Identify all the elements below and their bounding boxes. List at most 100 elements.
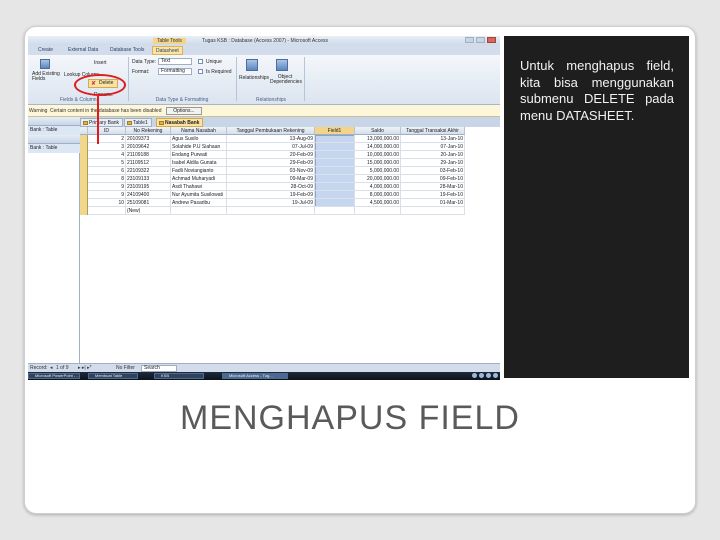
- column-header[interactable]: Tanggal Transaksi Akhir: [401, 127, 465, 135]
- table-cell[interactable]: 03-Nov-09: [227, 167, 315, 175]
- tray-icon[interactable]: [479, 373, 484, 378]
- tab-datasheet[interactable]: Datasheet: [152, 46, 183, 55]
- table-cell[interactable]: 20,000,000.00: [355, 175, 401, 183]
- table-cell[interactable]: 4,000,000.00: [355, 183, 401, 191]
- table-cell[interactable]: Andrew Pasaribu: [171, 199, 227, 207]
- table-cell[interactable]: 19-Feb-10: [401, 191, 465, 199]
- table-cell[interactable]: 8: [88, 175, 126, 183]
- row-selector[interactable]: [80, 183, 88, 191]
- new-record-cell[interactable]: [171, 207, 227, 215]
- options-button[interactable]: Options...: [166, 107, 202, 115]
- row-selector[interactable]: [80, 191, 88, 199]
- data-type-select[interactable]: Text: [158, 58, 192, 65]
- table-cell[interactable]: 20109642: [126, 143, 171, 151]
- object-dependencies-button[interactable]: Object Dependencies: [270, 75, 302, 85]
- taskbar-item-access[interactable]: Microsoft Access - Tug...: [222, 373, 288, 379]
- table-cell[interactable]: Solahide P.U Siahaan: [171, 143, 227, 151]
- unique-checkbox[interactable]: [198, 59, 203, 64]
- close-button[interactable]: [487, 37, 496, 43]
- table-cell[interactable]: 8,000,000.00: [355, 191, 401, 199]
- nav-pane-header[interactable]: [28, 135, 80, 144]
- row-selector[interactable]: [80, 143, 88, 151]
- tray-icon[interactable]: [493, 373, 498, 378]
- nav-item-bank-table[interactable]: Bank : Table: [28, 126, 80, 135]
- maximize-button[interactable]: [476, 37, 485, 43]
- table-cell[interactable]: Endang Purwati: [171, 151, 227, 159]
- row-selector[interactable]: [80, 159, 88, 167]
- table-cell[interactable]: 6: [88, 167, 126, 175]
- new-record-cell[interactable]: [401, 207, 465, 215]
- taskbar-item-powerpoint[interactable]: Microsoft PowerPoint - ...: [28, 373, 80, 379]
- table-cell[interactable]: 4: [88, 151, 126, 159]
- new-record-cell[interactable]: (New): [126, 207, 171, 215]
- taskbar-item-membuat-table[interactable]: Membuat Table: [88, 373, 138, 379]
- table-cell[interactable]: Agus Susilo: [171, 135, 227, 143]
- table-cell[interactable]: 13-Aug-09: [227, 135, 315, 143]
- table-cell[interactable]: 09-Feb-10: [401, 175, 465, 183]
- table-cell[interactable]: [315, 175, 355, 183]
- column-header[interactable]: Field1: [315, 127, 355, 135]
- table-cell[interactable]: 19-Feb-09: [227, 191, 315, 199]
- new-record-cell[interactable]: [355, 207, 401, 215]
- row-selector[interactable]: [80, 151, 88, 159]
- table-cell[interactable]: 07-Jan-10: [401, 143, 465, 151]
- table-cell[interactable]: 07-Jul-09: [227, 143, 315, 151]
- row-selector[interactable]: [80, 199, 88, 207]
- table-cell[interactable]: 13,000,000.00: [355, 135, 401, 143]
- table-cell[interactable]: Isabel Aldila Gunata: [171, 159, 227, 167]
- table-cell[interactable]: 5,000,000.00: [355, 167, 401, 175]
- table-cell[interactable]: 29-Jan-10: [401, 159, 465, 167]
- column-header[interactable]: No Rekening: [126, 127, 171, 135]
- insert-button[interactable]: Insert: [94, 60, 107, 66]
- object-dependencies-icon[interactable]: [276, 59, 288, 71]
- add-fields-icon[interactable]: [40, 59, 50, 69]
- table-cell[interactable]: 20-Jan-10: [401, 151, 465, 159]
- table-cell[interactable]: 23109133: [126, 175, 171, 183]
- table-cell[interactable]: 15,000,000.00: [355, 159, 401, 167]
- doc-tab-nasabah-bank[interactable]: Nasabah Bank: [156, 118, 204, 127]
- is-required-checkbox[interactable]: [198, 69, 203, 74]
- table-cell[interactable]: Nur Ayumita Susilowati: [171, 191, 227, 199]
- table-cell[interactable]: Asdi Thahawi: [171, 183, 227, 191]
- format-select[interactable]: Formatting: [158, 68, 192, 75]
- table-cell[interactable]: [315, 159, 355, 167]
- table-cell[interactable]: [315, 191, 355, 199]
- row-selector[interactable]: [80, 135, 88, 143]
- table-cell[interactable]: 10: [88, 199, 126, 207]
- table-cell[interactable]: [315, 143, 355, 151]
- table-cell[interactable]: 20109373: [126, 135, 171, 143]
- table-cell[interactable]: 28-Oct-09: [227, 183, 315, 191]
- column-header[interactable]: Tanggal Pembukaan Rekening: [227, 127, 315, 135]
- table-cell[interactable]: 2: [88, 135, 126, 143]
- row-selector[interactable]: [80, 167, 88, 175]
- table-cell[interactable]: 25109081: [126, 199, 171, 207]
- table-cell[interactable]: 13-Jan-10: [401, 135, 465, 143]
- search-input[interactable]: Search: [141, 365, 177, 372]
- table-cell[interactable]: 01-Mar-10: [401, 199, 465, 207]
- table-cell[interactable]: 22109322: [126, 167, 171, 175]
- row-selector[interactable]: [80, 207, 88, 215]
- table-cell[interactable]: 21109512: [126, 159, 171, 167]
- table-cell[interactable]: 28-Mar-10: [401, 183, 465, 191]
- relationships-button[interactable]: Relationships: [239, 75, 269, 81]
- table-cell[interactable]: 03-Feb-10: [401, 167, 465, 175]
- table-cell[interactable]: 10,000,000.00: [355, 151, 401, 159]
- table-cell[interactable]: [315, 183, 355, 191]
- doc-tab-table1[interactable]: Table1: [124, 118, 152, 127]
- tray-icon[interactable]: [472, 373, 477, 378]
- nav-pane-header[interactable]: [28, 117, 80, 126]
- row-selector[interactable]: [80, 175, 88, 183]
- column-header[interactable]: Saldo: [355, 127, 401, 135]
- table-cell[interactable]: 3: [88, 143, 126, 151]
- taskbar-item-ksb[interactable]: KSB: [154, 373, 204, 379]
- no-filter-label[interactable]: No Filter: [116, 365, 135, 371]
- table-cell[interactable]: Achmad Muharyadi: [171, 175, 227, 183]
- table-cell[interactable]: 21109188: [126, 151, 171, 159]
- table-cell[interactable]: 19-Jul-09: [227, 199, 315, 207]
- table-cell[interactable]: 4,500,000.00: [355, 199, 401, 207]
- relationships-icon[interactable]: [246, 59, 258, 71]
- table-cell[interactable]: [315, 135, 355, 143]
- select-all-corner[interactable]: [80, 127, 88, 135]
- table-cell[interactable]: 9: [88, 183, 126, 191]
- table-cell[interactable]: 20-Feb-09: [227, 151, 315, 159]
